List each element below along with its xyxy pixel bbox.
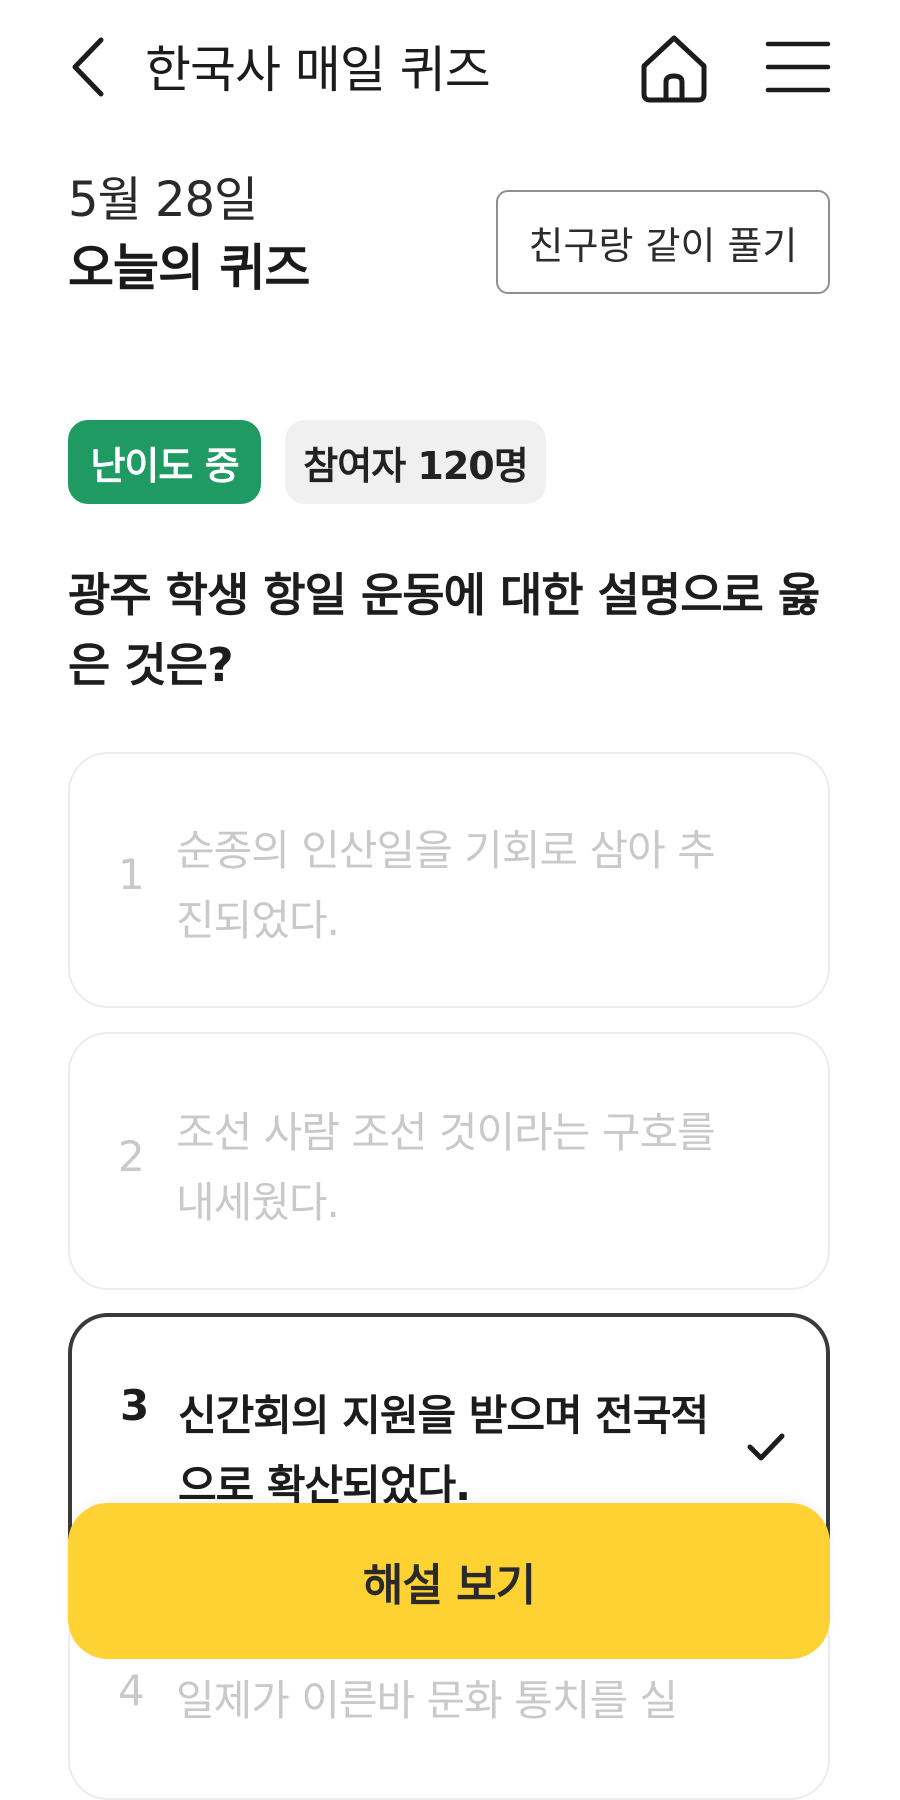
option-text: 순종의 인산일을 기회로 삼아 추진되었다. [176, 826, 716, 945]
view-explanation-button[interactable]: 해설 보기 [68, 1503, 830, 1659]
participants-badge: 참여자 120명 [285, 420, 546, 504]
option-number: 4 [118, 1666, 145, 1715]
option-text: 일제가 이른바 문화 통치를 실 [176, 1676, 678, 1725]
solve-with-friend-button[interactable]: 친구랑 같이 풀기 [496, 190, 830, 294]
answer-option-1[interactable]: 1 순종의 인산일을 기회로 삼아 추진되었다. [68, 752, 830, 1008]
hamburger-menu-icon [765, 41, 831, 93]
option-number: 1 [118, 850, 145, 899]
home-button[interactable] [636, 30, 712, 106]
quiz-screen: 한국사 매일 퀴즈 5월 28일 오늘의 퀴즈 친구랑 같이 풀기 난이도 중 … [0, 0, 900, 1800]
option-text: 신간회의 지원을 받으며 전국적으로 확산되었다. [178, 1391, 709, 1510]
app-header: 한국사 매일 퀴즈 [0, 0, 900, 140]
home-icon [641, 35, 707, 103]
difficulty-badge: 난이도 중 [68, 420, 261, 504]
menu-button[interactable] [764, 36, 832, 98]
question-text: 광주 학생 항일 운동에 대한 설명으로 옳은 것은? [68, 568, 820, 692]
check-icon [747, 1433, 785, 1461]
option-number: 2 [118, 1132, 145, 1181]
back-button[interactable] [62, 34, 112, 100]
option-text: 조선 사람 조선 것이라는 구호를 내세웠다. [176, 1108, 716, 1227]
chevron-left-icon [72, 37, 104, 97]
answer-option-2[interactable]: 2 조선 사람 조선 것이라는 구호를 내세웠다. [68, 1032, 830, 1290]
app-title: 한국사 매일 퀴즈 [145, 41, 491, 99]
option-number: 3 [120, 1381, 150, 1430]
quiz-date: 5월 28일 [68, 172, 258, 228]
section-title: 오늘의 퀴즈 [68, 239, 310, 297]
